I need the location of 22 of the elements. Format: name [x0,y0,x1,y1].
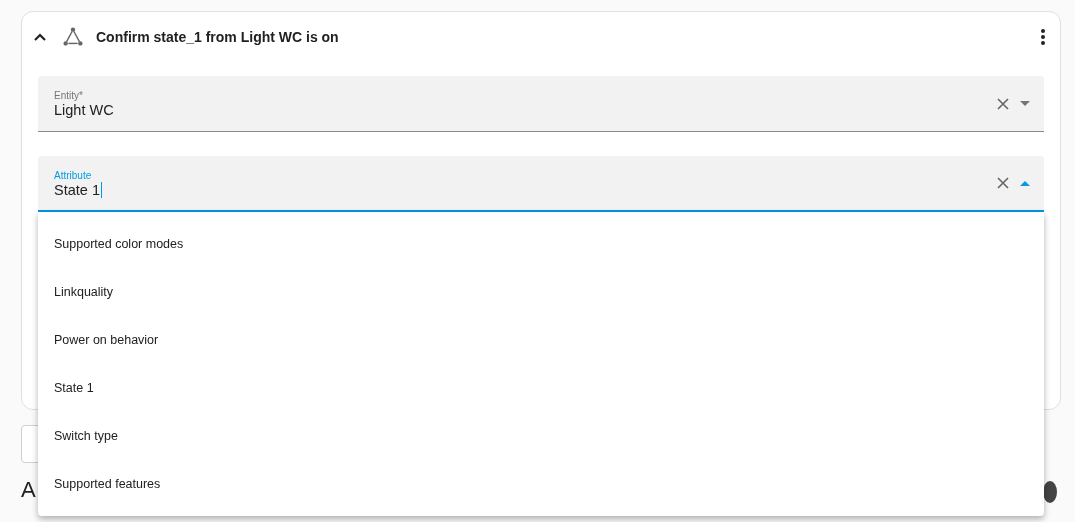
menu-item[interactable]: Power on behavior [38,316,1044,364]
chevron-icon[interactable] [34,33,46,41]
floating-label: Attribute [54,170,93,181]
caret-up-icon[interactable] [1020,180,1030,186]
clear-icon[interactable] [997,177,1009,189]
text-cursor [100,181,103,198]
field-value: Light WC [54,102,114,119]
card-title: Confirm state_1 from Light WC is on [96,27,339,47]
clear-icon[interactable] [997,97,1009,110]
floating-label: Entity* [54,91,84,102]
menu-item[interactable]: Supported color modes [38,220,1044,268]
menu-item[interactable]: State 1 [38,364,1044,412]
nodes-icon [62,26,84,48]
menu-item[interactable]: Switch type [38,412,1044,460]
select-field[interactable]: Entity* Light WC [38,76,1044,132]
field-value: State 1 [54,181,100,198]
more-icon[interactable] [1040,28,1046,46]
section-heading: A [21,479,36,501]
caret-down-icon[interactable] [1020,101,1030,106]
menu-item[interactable]: Supported features [38,460,1044,508]
select-field[interactable]: Attribute State 1 [38,156,1044,212]
menu-item[interactable]: Linkquality [38,268,1044,316]
